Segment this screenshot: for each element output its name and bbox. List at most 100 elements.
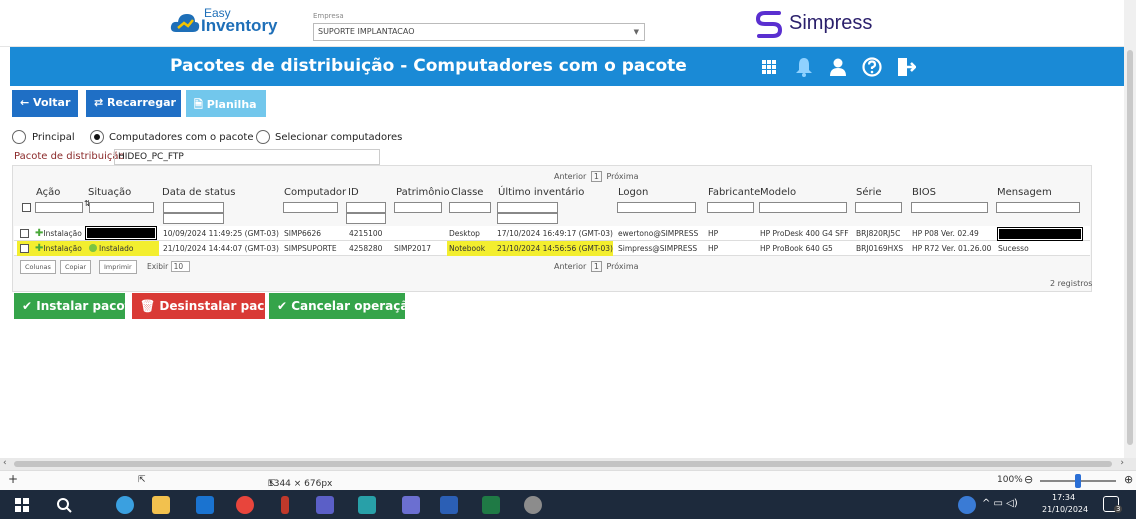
horizontal-scrollbar[interactable]: ‹ › [0,458,1136,470]
filter-bios[interactable] [911,202,988,213]
pager-prev[interactable]: Anterior [554,262,586,271]
col-classe[interactable]: Classe [451,187,483,198]
table-row[interactable]: ✚Instalação 10/09/2024 11:49:25 (GMT-03)… [14,226,1090,241]
excel-icon[interactable] [482,496,500,514]
zoom-out-icon[interactable]: ⊖ [1024,473,1033,486]
col-mensagem[interactable]: Mensagem [997,187,1052,198]
row-checkbox[interactable] [20,229,29,238]
trash-icon: 🗑 [140,299,156,313]
filter-serie[interactable] [855,202,902,213]
radio-computers-label: Computadores com o pacote [109,132,254,143]
filter-patrimonio[interactable] [394,202,442,213]
redacted-situacao [85,226,157,240]
columns-button[interactable]: Colunas [20,260,56,274]
filter-inventario-from[interactable] [497,202,558,213]
outlook-icon[interactable] [196,496,214,514]
clock-date[interactable]: 21/10/2024 [1042,505,1088,514]
filter-id-to[interactable] [346,213,386,224]
help-tray-icon[interactable] [958,496,976,514]
pager-page[interactable]: 1 [590,261,602,272]
cancel-operation-button[interactable]: ✔ Cancelar operação [269,293,417,319]
teams-classic-icon[interactable] [402,496,420,514]
filter-mensagem[interactable] [996,202,1080,213]
scroll-right-icon[interactable]: › [1120,458,1124,468]
easy-inventory-logo[interactable]: Easy Inventory [170,6,280,40]
install-package-button[interactable]: ✔ Instalar pacote [14,293,138,319]
back-button[interactable]: ← Voltar [12,90,78,117]
chrome-icon[interactable] [236,496,254,514]
col-serie[interactable]: Série [856,187,882,198]
fit-icon[interactable]: ⇱ [138,475,146,485]
teams-icon[interactable] [316,496,334,514]
radio-computers-with-package[interactable] [90,130,104,144]
vertical-scroll-thumb[interactable] [1127,50,1133,445]
uninstall-package-button[interactable]: 🗑 Desinstalar pacote [132,293,287,319]
pinned-app-icon[interactable] [281,496,289,514]
col-computador[interactable]: Computador [284,187,346,198]
copy-button[interactable]: Copiar [60,260,92,274]
word-icon[interactable] [440,496,458,514]
bell-icon[interactable] [793,56,815,78]
notifications-count: 3 [1114,505,1123,513]
file-explorer-icon[interactable] [152,496,170,514]
col-data-status[interactable]: Data de status [162,187,235,198]
col-patrimonio[interactable]: Patrimônio [396,187,450,198]
filter-id-from[interactable] [346,202,386,213]
scroll-left-icon[interactable]: ‹ [3,458,7,468]
row-data-status: 10/09/2024 11:49:25 (GMT-03) [163,229,279,238]
pinned-app-icon[interactable] [524,496,542,514]
col-modelo[interactable]: Modelo [760,187,796,198]
zoom-slider-thumb[interactable] [1075,474,1081,488]
filter-acao[interactable] [35,202,83,213]
radio-principal[interactable] [12,130,26,144]
windows-start-icon[interactable] [13,496,31,514]
pager-next[interactable]: Próxima [606,262,638,271]
print-button[interactable]: Imprimir [99,260,137,274]
help-icon[interactable] [861,56,883,78]
pinned-app-icon[interactable] [358,496,376,514]
row-acao: ✚Instalação [35,241,82,256]
package-field[interactable]: HIDEO_PC_FTP [114,149,380,165]
table-row[interactable]: ✚Instalação Instalado 21/10/2024 14:44:0… [14,241,1090,256]
page-size-select[interactable]: 10 [170,261,191,272]
filter-fabricante[interactable] [707,202,754,213]
row-situacao: Instalado [89,241,133,256]
reload-button[interactable]: ⇄ Recarregar [86,90,181,117]
col-id[interactable]: ID [348,187,359,198]
clock-time[interactable]: 17:34 [1052,493,1075,502]
zoom-in-icon[interactable]: ⊕ [1124,473,1133,486]
tray-icons[interactable]: ^ ▭ ◁) [982,498,1018,509]
empresa-select[interactable]: SUPORTE IMPLANTACAO ▼ [313,23,645,41]
grid-icon[interactable] [758,56,780,78]
col-acao[interactable]: Ação [36,187,60,198]
filter-computador[interactable] [283,202,338,213]
user-icon[interactable] [827,56,849,78]
col-fabricante[interactable]: Fabricante [708,187,760,198]
pager-next[interactable]: Próxima [606,172,638,181]
row-inventario: 17/10/2024 16:49:17 (GMT-03) [497,229,613,238]
filter-modelo[interactable] [759,202,847,213]
move-icon[interactable]: + [8,472,18,486]
filter-data-to[interactable] [163,213,224,224]
col-ultimo-inventario[interactable]: Último inventário [498,187,584,198]
pager-page[interactable]: 1 [590,171,602,182]
row-checkbox[interactable] [20,244,29,253]
pager-prev[interactable]: Anterior [554,172,586,181]
filter-classe[interactable] [449,202,491,213]
spreadsheet-button[interactable]: 🗎 Planilha [186,90,266,117]
filter-data-from[interactable] [163,202,224,213]
col-bios[interactable]: BIOS [912,187,936,198]
edge-browser-icon[interactable] [116,496,134,514]
search-icon[interactable] [55,496,73,514]
col-logon[interactable]: Logon [618,187,648,198]
chevron-down-icon: ▼ [633,28,639,36]
filter-logon[interactable] [617,202,696,213]
vertical-scrollbar[interactable] [1124,0,1136,458]
filter-inventario-to[interactable] [497,213,558,224]
select-all-checkbox[interactable] [22,203,31,212]
col-situacao[interactable]: Situação [88,187,131,198]
logout-icon[interactable] [894,56,916,78]
filter-situacao[interactable] [89,202,154,213]
horizontal-scroll-thumb[interactable] [14,461,1112,467]
radio-select-computers[interactable] [256,130,270,144]
